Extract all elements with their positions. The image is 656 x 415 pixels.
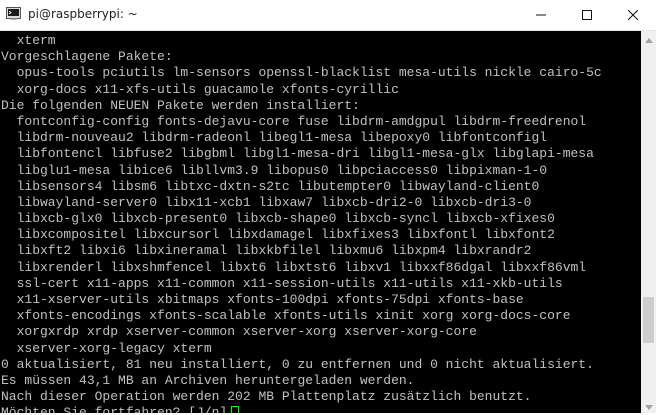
title-bar[interactable]: pi@raspberrypi: ~	[0, 0, 656, 31]
maximize-icon	[582, 7, 592, 25]
minimize-button[interactable]	[518, 0, 564, 31]
terminal-line: xterm	[1, 33, 56, 48]
terminal-line: libwayland-server0 libx11-xcb1 libxaw7 l…	[1, 194, 532, 210]
terminal-line: libxcompositel libxcursorl libxdamagel l…	[1, 227, 555, 243]
scroll-track[interactable]	[641, 46, 656, 398]
terminal-line: Nach dieser Operation werden 202 MB Plat…	[1, 389, 532, 405]
terminal-line: opus-tools pciutils lm-sensors openssl-b…	[1, 65, 602, 81]
terminal-line: xfonts-encodings xfonts-scalable xfonts-…	[1, 308, 571, 324]
terminal-line: xorgxrdp xrdp xserver-common xserver-xor…	[1, 324, 477, 340]
terminal-line: 0 aktualisiert, 81 neu installiert, 0 zu…	[1, 356, 594, 372]
terminal-line: x11-xserver-utils xbitmaps xfonts-100dpi…	[1, 292, 524, 307]
maximize-button[interactable]	[564, 0, 610, 31]
terminal-line: fontconfig-config fonts-dejavu-core fuse…	[1, 113, 587, 129]
close-icon	[627, 7, 639, 25]
terminal-line: Die folgenden NEUEN Pakete werden instal…	[1, 97, 360, 113]
putty-terminal-icon[interactable]	[6, 7, 21, 20]
prompt-line[interactable]: Möchten Sie fortfahren? [J/n]	[1, 405, 602, 413]
text-cursor	[231, 406, 240, 413]
terminal-line: Vorgeschlagene Pakete:	[1, 49, 173, 65]
minimize-icon	[536, 7, 546, 25]
terminal-line: Es müssen 43,1 MB an Archiven herunterge…	[1, 372, 415, 388]
terminal-line: libfontencl libfuse2 libgbml libgl1-mesa…	[1, 146, 594, 162]
terminal-line: libsensors4 libsm6 libtxc-dxtn-s2tc libu…	[1, 178, 540, 194]
terminal-lines: xterm Vorgeschlagene Pakete: opus-tools p…	[1, 33, 602, 413]
scroll-thumb[interactable]	[643, 297, 654, 343]
vertical-scrollbar[interactable]	[641, 31, 656, 413]
scroll-up-button[interactable]	[641, 31, 656, 46]
terminal-line: libdrm-nouveau2 libdrm-radeonl libegl1-m…	[1, 130, 548, 146]
window-title: pi@raspberrypi: ~	[28, 7, 138, 21]
scroll-down-arrow-icon	[644, 397, 653, 415]
terminal-line: ssl-cert x11-apps x11-common x11-session…	[1, 275, 563, 291]
terminal-line: libxcb-glx0 libxcb-present0 libxcb-shape…	[1, 211, 555, 227]
terminal-line: libglu1-mesa libice6 libllvm3.9 libopus0…	[1, 162, 548, 178]
terminal-line: xserver-xorg-legacy xterm	[1, 340, 212, 356]
terminal-line: xorg-docs x11-xfs-utils guacamole xfonts…	[1, 81, 399, 97]
terminal-output[interactable]: xterm Vorgeschlagene Pakete: opus-tools p…	[0, 31, 641, 413]
scroll-up-arrow-icon	[644, 30, 653, 48]
scroll-down-button[interactable]	[641, 398, 656, 413]
close-button[interactable]	[610, 0, 656, 31]
terminal-line: libxft2 libxi6 libxineramal libxkbfilel …	[1, 243, 532, 259]
terminal-line: libxrenderl libxshmfencel libxt6 libxtst…	[1, 259, 587, 275]
prompt-text: Möchten Sie fortfahren? [J/n]	[1, 405, 228, 413]
